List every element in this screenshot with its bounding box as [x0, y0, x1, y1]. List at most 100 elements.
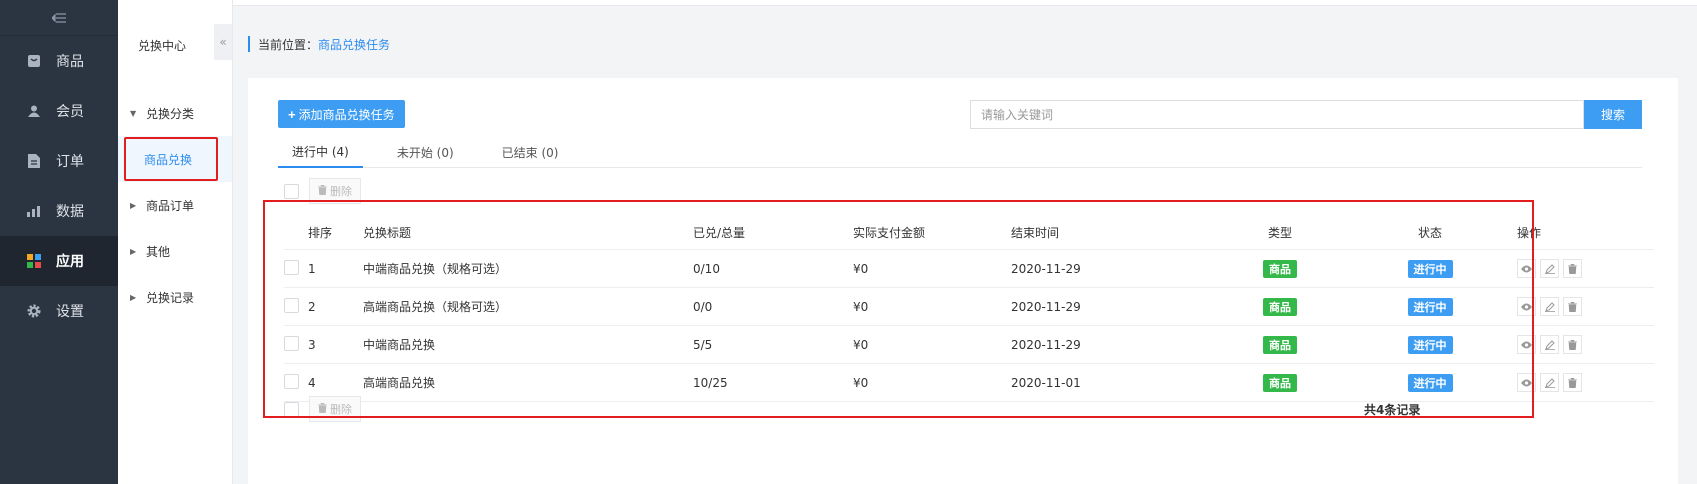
table-row: 2 高端商品兑换（规格可选） 0/0 ¥0 2020-11-29 商品 进行中: [284, 288, 1654, 326]
sidebar-item-label: 数据: [56, 204, 84, 220]
menu-fold-icon[interactable]: [0, 0, 118, 36]
submenu-item-other[interactable]: ▶ 其他: [118, 228, 232, 274]
cell-title: 高端商品兑换（规格可选）: [363, 300, 508, 314]
breadcrumb-current[interactable]: 商品兑换任务: [318, 36, 390, 53]
submenu-item-category[interactable]: ▼ 兑换分类: [118, 90, 232, 136]
status-badge: 进行中: [1407, 373, 1453, 392]
cell-status: 进行中: [1355, 335, 1505, 354]
secondary-menu: 兑换中心 « ▼ 兑换分类 商品兑换 ▶ 商品订单 ▶ 其他 ▶ 兑换记录: [118, 0, 233, 484]
apps-icon: [26, 253, 42, 269]
submenu-collapse-icon[interactable]: «: [214, 24, 232, 60]
breadcrumb-prefix: 当前位置：: [258, 37, 319, 52]
row-checkbox[interactable]: [284, 259, 299, 275]
caret-right-icon: ▶: [130, 292, 137, 302]
submenu-title: 兑换中心 «: [118, 0, 232, 90]
row-checkbox[interactable]: [284, 335, 299, 351]
cell-order: 3: [308, 337, 316, 352]
type-badge: 商品: [1263, 335, 1297, 354]
header-order: 排序: [308, 226, 333, 240]
submenu-item-label: 兑换分类: [146, 106, 195, 121]
order-icon: [26, 153, 42, 169]
add-exchange-task-button[interactable]: + 添加商品兑换任务: [278, 100, 405, 128]
view-icon[interactable]: [1517, 259, 1536, 278]
tab-ended[interactable]: 已结束 (0): [488, 136, 573, 168]
sidebar-item-label: 应用: [56, 254, 84, 270]
main-panel: + 添加商品兑换任务 搜索 进行中 (4) 未开始 (0) 已结束 (0) 删除…: [248, 78, 1678, 484]
view-icon[interactable]: [1517, 373, 1536, 392]
cell-actions: [1505, 335, 1645, 354]
select-all-checkbox-bottom[interactable]: [284, 401, 299, 417]
edit-icon[interactable]: [1540, 373, 1559, 392]
view-icon[interactable]: [1517, 297, 1536, 316]
cell-amount: ¥0: [853, 261, 869, 276]
cell-actions: [1505, 373, 1645, 392]
sidebar-item-settings[interactable]: 设置: [0, 286, 118, 336]
search-button[interactable]: 搜索: [1584, 100, 1642, 129]
sidebar-item-data[interactable]: 数据: [0, 186, 118, 236]
sidebar-item-label: 设置: [56, 304, 84, 320]
edit-icon[interactable]: [1540, 297, 1559, 316]
select-all-checkbox[interactable]: [284, 183, 299, 199]
delete-label: 删除: [330, 185, 352, 198]
tab-not-started[interactable]: 未开始 (0): [383, 136, 468, 168]
trash-icon: [318, 184, 327, 198]
header-end-time: 结束时间: [1011, 226, 1060, 240]
caret-right-icon: ▶: [130, 200, 137, 210]
cell-amount: ¥0: [853, 375, 869, 390]
row-checkbox[interactable]: [284, 297, 299, 313]
edit-icon[interactable]: [1540, 259, 1559, 278]
submenu-item-label: 兑换记录: [146, 290, 195, 305]
delete-button-bottom[interactable]: 删除: [309, 396, 361, 422]
header-redeemed: 已兑/总量: [693, 226, 746, 240]
header-title: 兑换标题: [363, 226, 412, 240]
submenu-item-goods-orders[interactable]: ▶ 商品订单: [118, 182, 232, 228]
cell-end-time: 2020-11-29: [1011, 261, 1081, 276]
delete-icon[interactable]: [1563, 335, 1582, 354]
sidebar-item-goods[interactable]: 商品: [0, 36, 118, 86]
sidebar-item-orders[interactable]: 订单: [0, 136, 118, 186]
header-actions: 操作: [1517, 226, 1542, 240]
table-header: 排序 兑换标题 已兑/总量 实际支付金额 结束时间 类型 状态 操作: [284, 216, 1654, 250]
table-body: 1 中端商品兑换（规格可选） 0/10 ¥0 2020-11-29 商品 进行中 2 高端商品兑…: [284, 250, 1654, 402]
plus-icon: +: [288, 106, 296, 122]
cell-actions: [1505, 259, 1645, 278]
delete-button[interactable]: 删除: [309, 178, 361, 204]
gear-icon: [26, 303, 42, 319]
delete-icon[interactable]: [1563, 373, 1582, 392]
delete-icon[interactable]: [1563, 259, 1582, 278]
sidebar-item-label: 订单: [56, 154, 84, 170]
sidebar-item-apps[interactable]: 应用: [0, 236, 118, 286]
cell-actions: [1505, 297, 1645, 316]
header-status: 状态: [1417, 226, 1442, 240]
submenu-item-label: 商品订单: [146, 198, 195, 213]
cell-status: 进行中: [1355, 373, 1505, 392]
view-icon[interactable]: [1517, 335, 1536, 354]
cell-end-time: 2020-11-29: [1011, 337, 1081, 352]
cell-type: 商品: [1205, 297, 1355, 316]
bulk-actions-top: 删除: [284, 178, 361, 204]
delete-icon[interactable]: [1563, 297, 1582, 316]
type-badge: 商品: [1263, 373, 1297, 392]
edit-icon[interactable]: [1540, 335, 1559, 354]
submenu-item-goods-exchange[interactable]: 商品兑换: [118, 136, 232, 182]
status-badge: 进行中: [1407, 335, 1453, 354]
caret-down-icon: ▼: [130, 108, 137, 118]
submenu-item-records[interactable]: ▶ 兑换记录: [118, 274, 232, 320]
row-checkbox[interactable]: [284, 373, 299, 389]
cell-amount: ¥0: [853, 337, 869, 352]
cell-redeemed: 0/0: [693, 299, 713, 314]
submenu-title-text: 兑换中心: [138, 38, 187, 53]
caret-right-icon: ▶: [130, 246, 137, 256]
search-input[interactable]: [970, 100, 1584, 129]
submenu-item-label: 其他: [146, 244, 171, 259]
row-checkbox-cell: [284, 335, 308, 354]
table-row: 1 中端商品兑换（规格可选） 0/10 ¥0 2020-11-29 商品 进行中: [284, 250, 1654, 288]
sidebar-item-members[interactable]: 会员: [0, 86, 118, 136]
cell-order: 2: [308, 299, 316, 314]
sidebar-item-label: 商品: [56, 54, 84, 70]
cell-end-time: 2020-11-29: [1011, 299, 1081, 314]
cell-title: 中端商品兑换: [363, 338, 436, 352]
sidebar-item-label: 会员: [56, 104, 84, 120]
add-button-label: 添加商品兑换任务: [298, 107, 395, 122]
tab-in-progress[interactable]: 进行中 (4): [278, 136, 363, 168]
